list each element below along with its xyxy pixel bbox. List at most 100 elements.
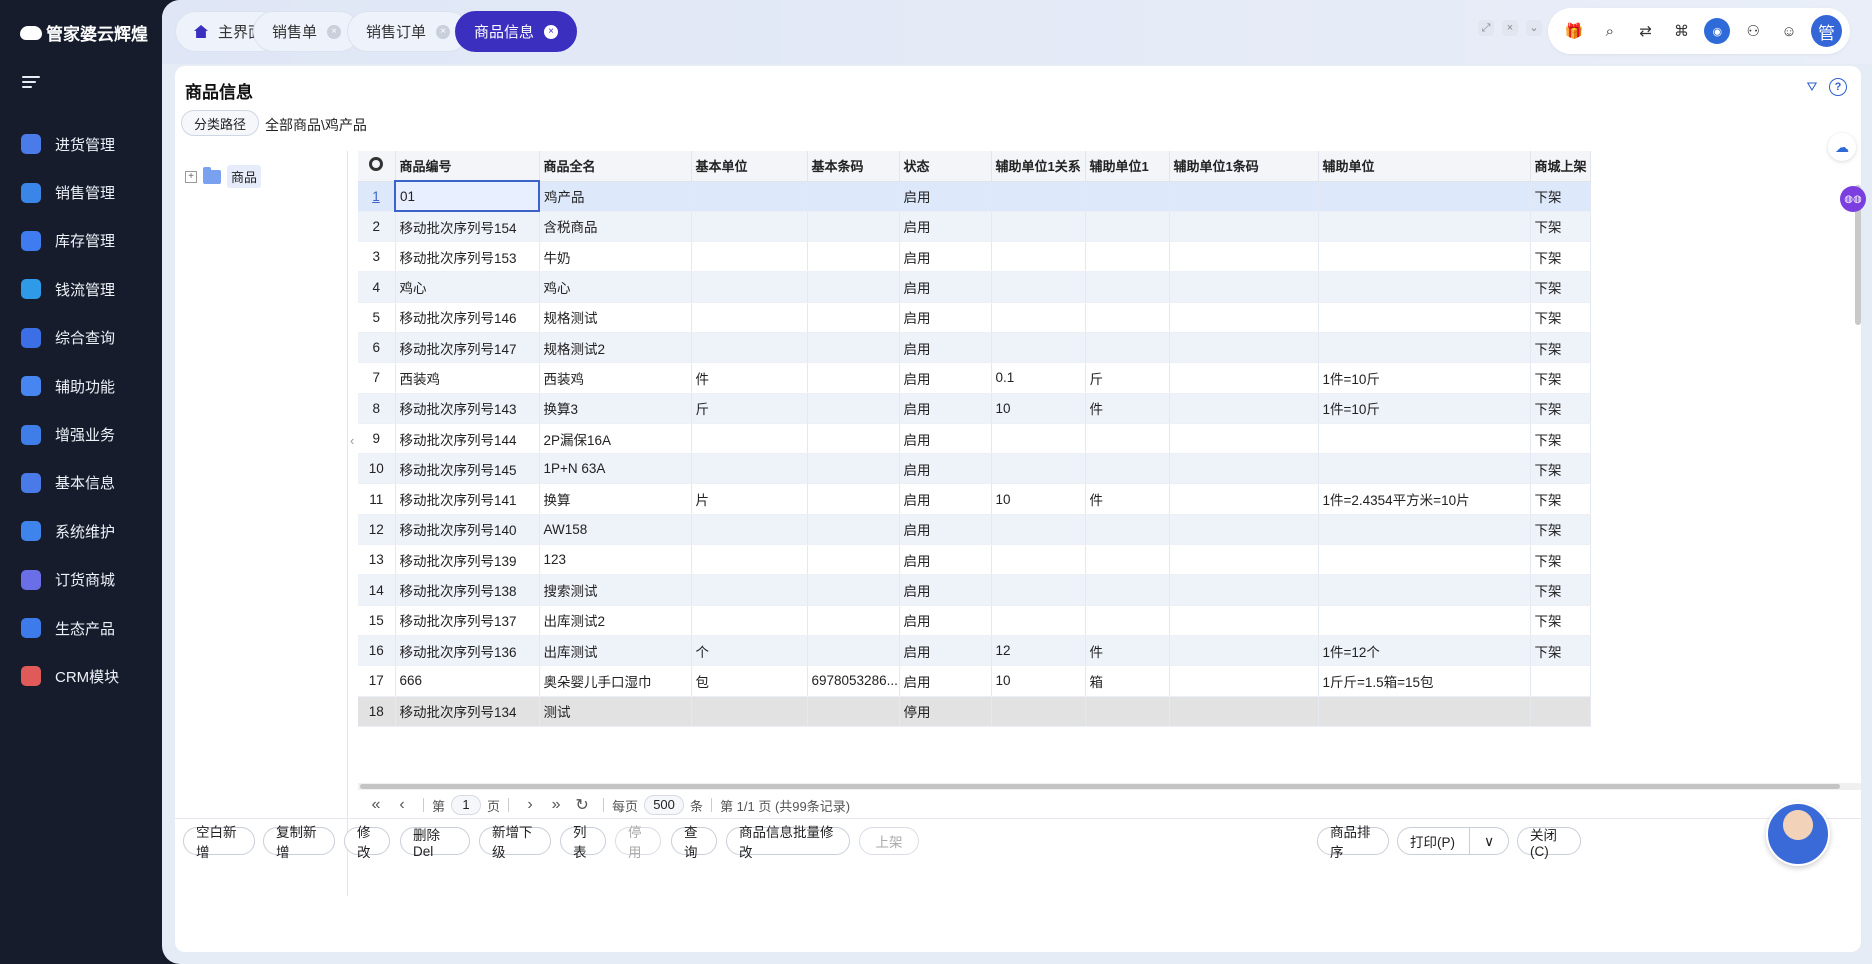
cloud-sync-icon[interactable]: ☁ — [1828, 133, 1856, 161]
table-cell[interactable]: 下架 — [1530, 544, 1591, 576]
table-row[interactable]: 14 移动批次序列号138 搜索测试 启用 下架 — [358, 574, 1591, 606]
table-cell[interactable] — [991, 332, 1086, 364]
tab-sales-booking[interactable]: 销售订单 × — [347, 11, 470, 52]
sidebar-item-sales[interactable]: 销售管理 — [0, 168, 162, 216]
table-cell[interactable]: 移动批次序列号136 — [395, 635, 540, 667]
user-manage-icon[interactable]: ⚇ — [1735, 16, 1771, 46]
table-row[interactable]: 17 666 奥朵婴儿手口湿巾包 6978053286... 启用 10 箱 1斤斤=1.5箱… — [358, 665, 1591, 697]
table-cell[interactable]: 启用 — [899, 211, 992, 243]
table-cell[interactable]: 鸡产品 — [539, 181, 692, 212]
table-cell[interactable]: 下架 — [1530, 302, 1591, 333]
table-cell[interactable]: 启用 — [899, 393, 992, 424]
table-cell[interactable]: 启用 — [899, 332, 992, 364]
table-cell[interactable] — [1169, 362, 1319, 394]
table-cell[interactable]: 移动批次序列号141 — [395, 483, 540, 515]
table-cell[interactable]: 下架 — [1530, 483, 1591, 515]
row-number[interactable]: 16 — [358, 635, 396, 667]
sidebar-item-enhanced[interactable]: 增强业务 — [0, 410, 162, 458]
table-cell[interactable]: 出库测试 — [539, 635, 692, 667]
gear-icon[interactable] — [369, 157, 384, 172]
table-cell[interactable] — [1530, 665, 1591, 697]
table-cell[interactable] — [1169, 635, 1319, 667]
filter-icon[interactable]: ⛛ — [1803, 78, 1821, 96]
table-cell[interactable] — [1318, 241, 1531, 273]
expand-icon[interactable]: ⤢ — [1478, 20, 1494, 36]
table-cell[interactable] — [1530, 696, 1591, 727]
table-cell[interactable] — [807, 453, 900, 485]
table-cell[interactable]: 移动批次序列号144 — [395, 423, 540, 455]
table-cell[interactable] — [807, 241, 900, 273]
table-row[interactable]: 1 01 鸡产品 启用 下架 — [358, 179, 1591, 213]
table-cell[interactable] — [1318, 211, 1531, 243]
table-cell[interactable] — [1318, 302, 1531, 333]
row-number[interactable]: 1 — [358, 181, 396, 212]
table-cell[interactable] — [807, 423, 900, 455]
table-cell[interactable]: 规格测试2 — [539, 332, 692, 364]
page-input[interactable]: 1 — [451, 795, 482, 815]
table-cell[interactable] — [807, 362, 900, 394]
row-number[interactable]: 4 — [358, 271, 396, 303]
row-number[interactable]: 5 — [358, 302, 396, 333]
table-cell[interactable] — [1318, 514, 1531, 546]
table-cell[interactable] — [691, 453, 808, 485]
table-cell[interactable]: 启用 — [899, 362, 992, 394]
table-cell[interactable] — [691, 574, 808, 606]
table-cell[interactable] — [1085, 271, 1170, 303]
table-cell[interactable]: 下架 — [1530, 181, 1591, 212]
row-number[interactable]: 8 — [358, 393, 396, 424]
table-cell[interactable]: 牛奶 — [539, 241, 692, 273]
table-cell[interactable] — [991, 181, 1086, 212]
table-cell[interactable] — [991, 696, 1086, 727]
table-cell[interactable] — [807, 483, 900, 515]
table-cell[interactable] — [991, 211, 1086, 243]
table-cell[interactable] — [1085, 514, 1170, 546]
table-cell[interactable]: 停用 — [899, 696, 992, 727]
table-cell[interactable] — [1169, 302, 1319, 333]
sidebar-item-eco[interactable]: 生态产品 — [0, 604, 162, 652]
table-row[interactable]: 15 移动批次序列号137 出库测试2 启用 下架 — [358, 605, 1591, 636]
print-button[interactable]: 打印(P) ∨ — [1397, 827, 1509, 855]
table-cell[interactable]: 启用 — [899, 544, 992, 576]
horizontal-scrollbar[interactable] — [358, 783, 1861, 790]
chevron-down-icon[interactable]: ∨ — [1484, 833, 1494, 850]
table-cell[interactable] — [1169, 241, 1319, 273]
table-row[interactable]: 6 移动批次序列号147 规格测试2 启用 下架 — [358, 332, 1591, 364]
table-cell[interactable] — [991, 514, 1086, 546]
shelve-button[interactable]: 上架 — [859, 827, 919, 855]
category-path-button[interactable]: 分类路径 — [181, 110, 260, 136]
table-cell[interactable] — [691, 605, 808, 636]
refresh-icon[interactable]: ↻ — [569, 795, 595, 815]
table-cell[interactable]: 箱 — [1085, 665, 1170, 697]
edit-button[interactable]: 修改 — [344, 825, 390, 860]
table-row[interactable]: 16 移动批次序列号136 出库测试个 启用 12 件 1件=12个 下架 — [358, 635, 1591, 667]
add-child-button[interactable]: 新增下级 — [479, 825, 551, 860]
table-cell[interactable] — [1318, 605, 1531, 636]
table-cell[interactable]: 下架 — [1530, 453, 1591, 485]
row-number[interactable]: 13 — [358, 544, 396, 576]
table-cell[interactable]: 移动批次序列号145 — [395, 453, 540, 485]
table-cell[interactable]: 移动批次序列号137 — [395, 605, 540, 636]
avatar[interactable]: 管 — [1811, 15, 1843, 47]
translate-icon[interactable]: ⇄ — [1628, 16, 1664, 46]
table-cell[interactable] — [807, 211, 900, 243]
column-header[interactable]: 商城上架 — [1530, 151, 1591, 182]
table-cell[interactable]: 出库测试2 — [539, 605, 692, 636]
table-cell[interactable] — [1169, 211, 1319, 243]
table-cell[interactable]: 1斤斤=1.5箱=15包 — [1318, 665, 1531, 697]
table-cell[interactable]: 移动批次序列号138 — [395, 574, 540, 606]
close-icon[interactable]: × — [327, 24, 342, 39]
table-cell[interactable]: 1件=2.4354平方米=10片 — [1318, 483, 1531, 515]
table-cell[interactable]: 01 — [394, 179, 540, 213]
table-cell[interactable]: 移动批次序列号140 — [395, 514, 540, 546]
table-cell[interactable] — [691, 514, 808, 546]
row-number[interactable]: 7 — [358, 362, 396, 394]
search-icon[interactable]: ⌕ — [1592, 16, 1628, 46]
table-cell[interactable]: 1件=10斤 — [1318, 393, 1531, 424]
row-number[interactable]: 15 — [358, 605, 396, 636]
table-cell[interactable]: 移动批次序列号146 — [395, 302, 540, 333]
table-row[interactable]: 10 移动批次序列号145 1P+N 63A 启用 下架 — [358, 453, 1591, 485]
apps-icon[interactable]: ⌘ — [1664, 16, 1700, 46]
table-cell[interactable] — [807, 393, 900, 424]
table-cell[interactable]: 个 — [691, 635, 808, 667]
table-cell[interactable]: 移动批次序列号153 — [395, 241, 540, 273]
